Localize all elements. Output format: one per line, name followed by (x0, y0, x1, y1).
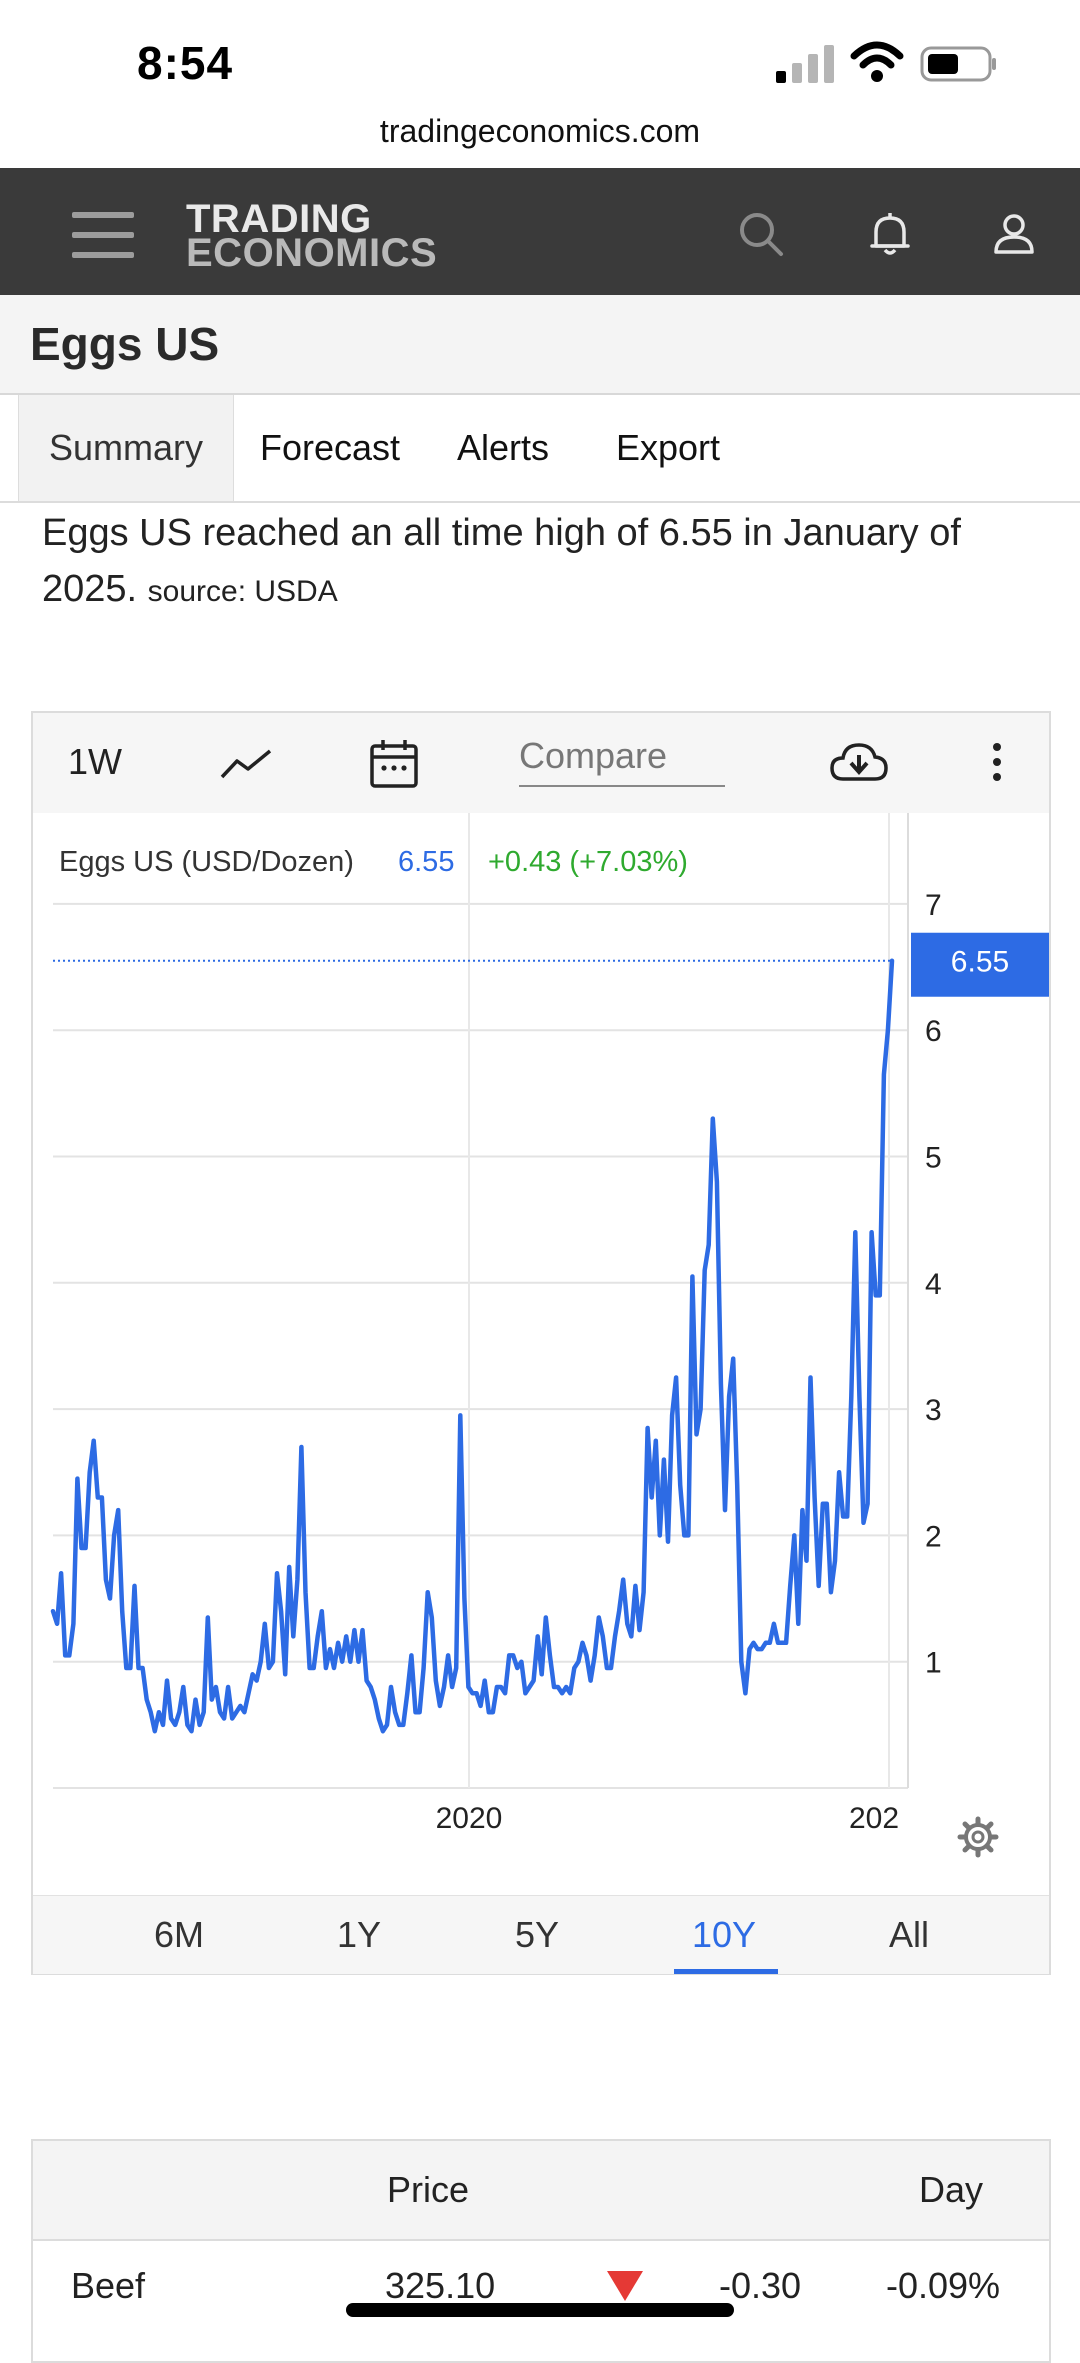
compare-input[interactable]: Compare (519, 735, 725, 787)
range-10y[interactable]: 10Y (664, 1896, 784, 1974)
cellular-signal-icon (776, 45, 834, 83)
y-tick-label-6: 6 (925, 1015, 942, 1048)
bell-icon[interactable] (866, 210, 914, 258)
y-tick-label-7: 7 (925, 889, 942, 922)
more-options-icon[interactable] (990, 741, 1004, 785)
settings-icon (957, 1816, 999, 1858)
chart-toolbar: 1W Compare (33, 713, 1049, 813)
legend-value: 6.55 (398, 846, 454, 878)
description: Eggs US reached an all time high of 6.55… (42, 505, 1052, 620)
row-change: -0.30 (719, 2265, 802, 2306)
commodity-table: Price Day Beef 325.10 -0.30 -0.09% (31, 2139, 1051, 2363)
table-header: Price Day (33, 2141, 1049, 2241)
search-icon[interactable] (737, 210, 785, 258)
chart-grid (53, 902, 908, 1789)
x-tick-202x: 202 (849, 1802, 899, 1835)
tab-forecast[interactable]: Forecast (260, 395, 400, 501)
column-header-price[interactable]: Price (387, 2169, 469, 2211)
page-title: Eggs US (30, 318, 220, 370)
range-6m[interactable]: 6M (119, 1896, 239, 1974)
x-tick-2020: 2020 (436, 1802, 503, 1835)
status-time: 8:54 (137, 37, 234, 89)
menu-icon[interactable] (72, 212, 134, 258)
last-value-badge: 6.55 (911, 932, 1049, 997)
tab-summary[interactable]: Summary (18, 395, 234, 501)
row-change-pct: -0.09% (886, 2265, 1001, 2306)
y-axis-labels: 1 2 3 4 5 6 7 (925, 889, 942, 1680)
wifi-icon (850, 41, 904, 82)
y-tick-label-5: 5 (925, 1142, 942, 1175)
row-price: 325.10 (385, 2265, 496, 2306)
site-logo[interactable]: TRADING ECONOMICS (186, 199, 438, 275)
user-icon[interactable] (990, 210, 1038, 258)
line-chart-icon[interactable] (219, 743, 273, 783)
site-header: TRADING ECONOMICS (0, 168, 1080, 295)
legend-change: +0.43 (+7.03%) (488, 846, 688, 878)
series-line (50, 958, 895, 1734)
y-tick-label-3: 3 (925, 1394, 942, 1427)
chart-panel: 1W Compare Eggs US (USD/Dozen) 6.55 +0.4… (31, 711, 1051, 1975)
logo-line-2: ECONOMICS (186, 231, 438, 275)
home-indicator (346, 2303, 734, 2317)
price-chart[interactable]: Eggs US (USD/Dozen) 6.55 +0.43 (+7.03%) … (33, 813, 1049, 1895)
status-bar: 8:54 tradingeconomics.com (0, 0, 1080, 149)
interval-selector[interactable]: 1W (68, 741, 122, 783)
last-value-badge-text: 6.55 (951, 946, 1009, 979)
tab-alerts[interactable]: Alerts (457, 395, 549, 501)
y-tick-label-4: 4 (925, 1268, 942, 1301)
legend-series-name: Eggs US (USD/Dozen) (59, 846, 354, 878)
browser-url[interactable]: tradingeconomics.com (0, 113, 1080, 150)
y-tick-label-2: 2 (925, 1520, 942, 1553)
range-selector: 6M 1Y 5Y 10Y All (33, 1895, 1049, 1974)
row-name[interactable]: Beef (71, 2265, 145, 2307)
cloud-download-icon[interactable] (829, 739, 889, 785)
range-5y[interactable]: 5Y (477, 1896, 597, 1974)
table-row[interactable]: Beef 325.10 -0.30 -0.09% (33, 2241, 1049, 2339)
battery-icon (920, 46, 996, 82)
range-all[interactable]: All (849, 1896, 969, 1974)
calendar-icon[interactable] (369, 737, 419, 789)
tab-export[interactable]: Export (616, 395, 720, 501)
description-source[interactable]: source: USDA (148, 575, 338, 608)
title-bar: Eggs US (0, 295, 1080, 395)
range-1y[interactable]: 1Y (299, 1896, 419, 1974)
tab-bar: Summary Forecast Alerts Export (0, 395, 1080, 503)
column-header-day[interactable]: Day (919, 2169, 983, 2211)
down-arrow-icon (607, 2271, 643, 2301)
y-tick-label-1: 1 (925, 1647, 942, 1680)
